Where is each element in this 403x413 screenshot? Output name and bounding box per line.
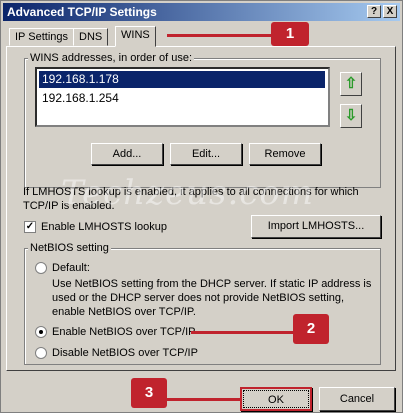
step-marker: 3 <box>131 378 167 408</box>
step-marker: 1 <box>271 22 309 46</box>
remove-button[interactable]: Remove <box>249 143 321 165</box>
move-down-button[interactable]: ⇩ <box>340 104 362 128</box>
wins-list-label: WINS addresses, in order of use: <box>28 52 195 64</box>
move-up-button[interactable]: ⇧ <box>340 72 362 96</box>
netbios-disable-radio[interactable] <box>35 347 47 359</box>
edit-button[interactable]: Edit... <box>170 143 242 165</box>
dialog-window: Advanced TCP/IP Settings ? X IP Settings… <box>0 0 403 413</box>
down-arrow-icon: ⇩ <box>344 107 358 124</box>
netbios-enable-label: Enable NetBIOS over TCP/IP <box>52 326 196 338</box>
add-button-label: Add... <box>112 148 142 160</box>
lmhosts-checkbox-label: Enable LMHOSTS lookup <box>41 221 167 233</box>
netbios-enable-radio[interactable] <box>35 326 47 338</box>
tab-dns[interactable]: DNS <box>73 28 109 46</box>
up-arrow-icon: ⇧ <box>344 75 358 92</box>
list-item[interactable]: 192.168.1.254 <box>39 90 325 107</box>
lmhosts-checkbox[interactable]: ✓ <box>24 221 36 233</box>
step-marker: 2 <box>293 314 329 344</box>
wins-address-list[interactable]: 192.168.1.178 192.168.1.254 <box>35 67 330 127</box>
tab-wins[interactable]: WINS <box>115 26 156 47</box>
add-button[interactable]: Add... <box>91 143 163 165</box>
window-title: Advanced TCP/IP Settings <box>7 5 157 19</box>
netbios-disable-label: Disable NetBIOS over TCP/IP <box>52 347 198 359</box>
marker-connector <box>167 34 271 37</box>
help-button[interactable]: ? <box>367 5 381 18</box>
marker-connector <box>191 331 295 334</box>
tab-ip-settings[interactable]: IP Settings <box>9 28 74 46</box>
ok-button-label: OK <box>268 394 284 406</box>
cancel-button-label: Cancel <box>339 393 375 405</box>
edit-button-label: Edit... <box>191 148 221 160</box>
netbios-default-description: Use NetBIOS setting from the DHCP server… <box>52 278 372 318</box>
watermark: Techzeus.com <box>61 173 315 213</box>
netbios-default-label: Default: <box>52 262 90 274</box>
title-bar[interactable]: Advanced TCP/IP Settings ? X <box>3 3 400 21</box>
cancel-button[interactable]: Cancel <box>319 387 395 411</box>
netbios-group-label: NetBIOS setting <box>28 242 111 254</box>
close-button[interactable]: X <box>383 5 397 18</box>
marker-connector <box>167 398 241 401</box>
remove-button-label: Remove <box>264 148 306 160</box>
import-lmhosts-button[interactable]: Import LMHOSTS... <box>251 215 381 238</box>
ok-button[interactable]: OK <box>240 387 312 411</box>
import-lmhosts-label: Import LMHOSTS... <box>267 220 365 232</box>
netbios-default-radio[interactable] <box>35 262 47 274</box>
list-item[interactable]: 192.168.1.178 <box>39 71 325 88</box>
